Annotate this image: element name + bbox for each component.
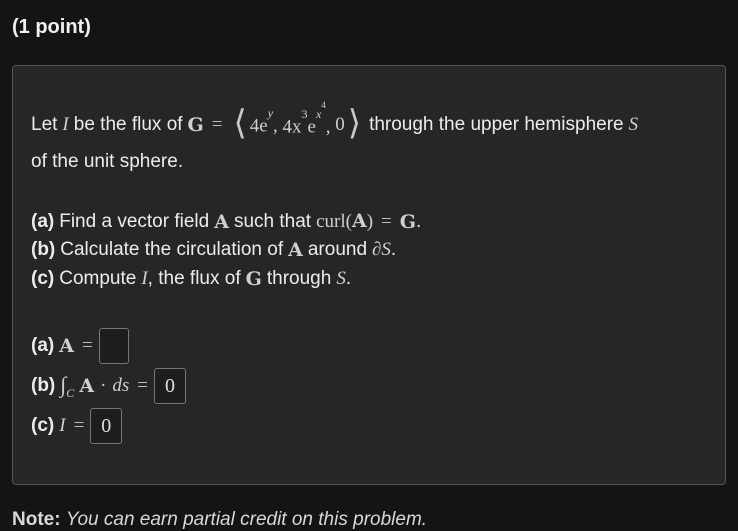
curl-expression: curl(A) [316, 210, 374, 232]
part-a-text: Find a vector field [59, 210, 210, 232]
part-a-question: (a) Find a vector field A such that curl… [31, 210, 422, 233]
field-A-symbol: A [214, 210, 229, 233]
part-c-text: Compute [59, 268, 137, 289]
part-b-text: Calculate the circulation of [60, 239, 284, 260]
vector-component-2: 4x3ex4, [282, 99, 336, 138]
boundary-expression: ∂S [372, 239, 391, 260]
ds-symbol: ds [112, 375, 130, 396]
surface-S-symbol: S [628, 114, 639, 135]
field-A-symbol: A [59, 335, 74, 357]
problem-box: Let I be the flux of G = ⟨ 4ey, 4x3ex4, … [12, 65, 726, 485]
vector-component-3: 0 [335, 114, 345, 135]
flux-symbol: I [59, 415, 66, 436]
note-label: Note: [12, 509, 61, 530]
intro-mid: be the flux of [73, 114, 183, 135]
left-angle-bracket: ⟨ [233, 103, 247, 143]
part-b-label: (b) [31, 239, 56, 260]
note-text: You can earn partial credit on this prob… [65, 509, 428, 530]
intro-line-2: of the unit sphere. [31, 151, 184, 172]
field-A-symbol: A [288, 239, 303, 261]
answer-b-label: (b) [31, 375, 56, 396]
answer-a-input[interactable] [98, 328, 129, 364]
part-c-question: (c) Compute I , the flux of G through S. [31, 268, 352, 290]
part-c-suffix: through [266, 268, 332, 289]
line-integral-expression: ∫C [60, 371, 75, 400]
field-G-symbol: G [245, 268, 262, 290]
answer-c-row: (c) I = 0 [31, 408, 123, 444]
intro-line: Let I be the flux of G = ⟨ 4ey, 4x3ex4, … [31, 99, 639, 143]
answer-a-label: (a) [31, 335, 55, 356]
part-a-label: (a) [31, 210, 55, 232]
answer-c-label: (c) [31, 415, 55, 436]
part-b-question: (b) Calculate the circulation of A aroun… [31, 239, 397, 261]
answer-a-row: (a) A = [31, 328, 129, 364]
part-c-mid: , the flux of [147, 268, 241, 289]
part-c-label: (c) [31, 268, 55, 289]
intro-prefix: Let [31, 114, 58, 135]
intro-suffix: through the upper hemisphere [369, 114, 624, 135]
vector-component-1: 4ey, [249, 105, 283, 137]
part-b-mid: around [307, 239, 368, 260]
part-a-mid: such that [233, 210, 312, 232]
right-angle-bracket: ⟩ [347, 103, 362, 143]
footer-note: Note: You can earn partial credit on thi… [12, 509, 427, 531]
answer-b-input[interactable]: 0 [154, 368, 187, 404]
points-label: (1 point) [12, 16, 91, 38]
equals-sign: = [211, 114, 223, 135]
dot-operator: · [100, 375, 107, 396]
flux-symbol: I [62, 114, 69, 135]
field-G-symbol: G [187, 114, 204, 136]
answer-b-row: (b) ∫C A · ds = 0 [31, 368, 187, 404]
field-A-symbol: A [79, 375, 95, 397]
surface-S-symbol: S [336, 268, 346, 289]
field-G-symbol: G [399, 210, 416, 233]
answer-c-input[interactable]: 0 [90, 408, 123, 444]
